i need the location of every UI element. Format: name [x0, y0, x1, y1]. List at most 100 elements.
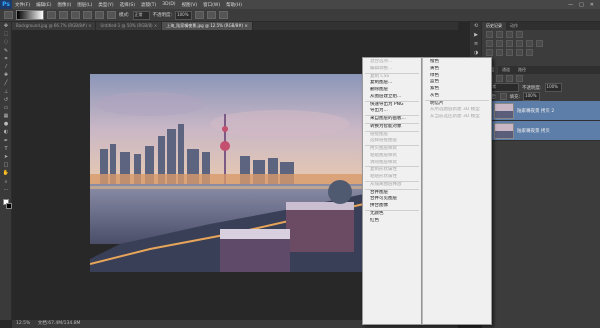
reverse-checkbox[interactable]	[195, 11, 205, 19]
menu-item[interactable]: 黄色	[423, 66, 491, 73]
menu-item[interactable]: 复制图层...	[363, 80, 421, 87]
tab-history[interactable]: 历史记录	[482, 22, 506, 30]
zoom-level[interactable]: 12.5%	[16, 321, 30, 326]
filter-adjust-icon[interactable]	[506, 75, 513, 82]
black-white-icon[interactable]	[496, 49, 503, 56]
layer-row[interactable]: ◉ 陆家嘴夜景 拷贝 2	[482, 101, 600, 121]
trash-icon[interactable]	[516, 31, 523, 38]
curves-icon[interactable]	[506, 40, 513, 47]
menu-window[interactable]: 窗口(W)	[200, 2, 223, 8]
mode-select[interactable]: 正常	[132, 10, 150, 20]
menu-filter[interactable]: 滤镜(T)	[138, 2, 159, 8]
menu-item[interactable]: 导出为...	[363, 108, 421, 115]
diamond-gradient-icon[interactable]	[107, 11, 116, 19]
gradient-tool-icon[interactable]: ▦	[0, 112, 12, 120]
invert-icon[interactable]	[526, 49, 533, 56]
tab-channels[interactable]: 通道	[498, 66, 514, 74]
minimize-icon[interactable]: —	[568, 2, 573, 8]
levels-icon[interactable]	[496, 40, 503, 47]
menu-help[interactable]: 帮助(H)	[223, 2, 245, 8]
brush-tool-icon[interactable]: ╱	[0, 79, 12, 87]
menu-item[interactable]: 拼合图像	[363, 203, 421, 210]
doc-tab[interactable]: Untitled-1 @ 50% (RGB/8) ×	[96, 22, 163, 30]
layer-name[interactable]: 陆家嘴夜景 拷贝 2	[517, 108, 554, 114]
transparency-checkbox[interactable]	[219, 11, 229, 19]
menu-item[interactable]: 灰色	[423, 93, 491, 100]
rectangle-tool-icon[interactable]: □	[0, 161, 12, 169]
snapshot-icon[interactable]	[486, 31, 493, 38]
reflected-gradient-icon[interactable]	[95, 11, 104, 19]
path-select-icon[interactable]: ➤	[0, 153, 12, 161]
vibrance-icon[interactable]	[526, 40, 533, 47]
healing-brush-icon[interactable]: ✚	[0, 71, 12, 79]
menu-view[interactable]: 视图(V)	[179, 2, 201, 8]
menu-image[interactable]: 图像(I)	[54, 2, 74, 8]
more-tools-icon[interactable]: ⋯	[0, 186, 12, 194]
type-tool-icon[interactable]: T	[0, 145, 12, 153]
hue-icon[interactable]	[536, 40, 543, 47]
move-tool-icon[interactable]: ✥	[0, 22, 12, 30]
menu-item[interactable]: 红色	[363, 218, 421, 225]
dither-checkbox[interactable]	[207, 11, 217, 19]
menu-item[interactable]: 来自图层的画板...	[363, 116, 421, 123]
linear-gradient-icon[interactable]	[59, 11, 68, 19]
canvas-image[interactable]	[90, 74, 364, 272]
tab-paths[interactable]: 路径	[514, 66, 530, 74]
maximize-icon[interactable]: □	[579, 2, 584, 8]
menu-item[interactable]: 合并可见图层	[363, 196, 421, 203]
menu-item[interactable]: 删除图层	[363, 87, 421, 94]
fill-field[interactable]: 100%	[523, 92, 541, 101]
tool-preset-icon[interactable]	[4, 11, 13, 19]
layer-name[interactable]: 陆家嘴夜景 拷贝	[517, 128, 550, 134]
history-brush-icon[interactable]: ↺	[0, 96, 12, 104]
menu-select[interactable]: 选择(S)	[117, 2, 138, 8]
menu-file[interactable]: 文件(F)	[12, 2, 33, 8]
menu-item[interactable]: 无颜色	[363, 211, 421, 218]
doc-tab[interactable]: Background.jpg @ 66.7% (RGB/8#) ×	[12, 22, 97, 30]
color-balance-icon[interactable]	[486, 49, 493, 56]
menu-edit[interactable]: 编辑(E)	[33, 2, 54, 8]
gradient-picker[interactable]	[16, 10, 44, 20]
hand-tool-icon[interactable]: ✋	[0, 169, 12, 177]
radial-gradient-icon[interactable]	[71, 11, 80, 19]
quick-select-tool-icon[interactable]: ✎	[0, 47, 12, 55]
photoshop-logo-icon[interactable]: Ps	[0, 0, 12, 9]
blur-tool-icon[interactable]: ●	[0, 120, 12, 128]
camera-icon[interactable]	[506, 31, 513, 38]
crop-tool-icon[interactable]: ⌗	[0, 55, 12, 63]
background-color-swatch[interactable]	[6, 203, 12, 209]
filter-type-icon[interactable]	[516, 75, 523, 82]
opacity-field[interactable]: 100%	[175, 10, 193, 20]
doc-tab-active[interactable]: 上海_陆家嘴夜景.jpg @ 12.5% (RGB/8#) ×	[162, 22, 253, 30]
angle-gradient-icon[interactable]	[83, 11, 92, 19]
filter-pixel-icon[interactable]	[496, 75, 503, 82]
menu-type[interactable]: 类型(Y)	[95, 2, 116, 8]
layer-opacity-field[interactable]: 100%	[544, 83, 562, 92]
history-icon[interactable]: ⟲	[470, 22, 482, 31]
gradient-dropdown-icon[interactable]	[47, 11, 56, 19]
properties-icon[interactable]: ≡	[470, 40, 482, 49]
layer-row[interactable]: ◉ 陆家嘴夜景 拷贝	[482, 121, 600, 141]
menu-item[interactable]: 橙色	[423, 59, 491, 66]
photo-filter-icon[interactable]	[506, 49, 513, 56]
lock-icon[interactable]	[499, 93, 507, 100]
actions-icon[interactable]: ▶	[470, 31, 482, 40]
marquee-tool-icon[interactable]: ⬚	[0, 30, 12, 38]
menu-item[interactable]: 紫色	[423, 86, 491, 93]
menu-item[interactable]: 转换为智能对象	[363, 124, 421, 131]
new-doc-icon[interactable]	[496, 31, 503, 38]
close-icon[interactable]: ✕	[590, 2, 594, 8]
dodge-tool-icon[interactable]: ◐	[0, 128, 12, 136]
channel-mixer-icon[interactable]	[516, 49, 523, 56]
clone-stamp-icon[interactable]: ⊥	[0, 88, 12, 96]
lasso-tool-icon[interactable]: ◌	[0, 38, 12, 46]
menu-item[interactable]: 绿色	[423, 73, 491, 80]
menu-item[interactable]: 明信片	[423, 101, 491, 108]
menu-item[interactable]: 快速导出为 PNG	[363, 102, 421, 109]
tab-actions[interactable]: 动作	[506, 22, 522, 30]
eyedropper-tool-icon[interactable]: ⁄	[0, 63, 12, 71]
menu-item[interactable]: 合并图层	[363, 190, 421, 197]
eraser-tool-icon[interactable]: ▭	[0, 104, 12, 112]
menu-3d[interactable]: 3D(D)	[159, 2, 178, 7]
pen-tool-icon[interactable]: ✒	[0, 137, 12, 145]
